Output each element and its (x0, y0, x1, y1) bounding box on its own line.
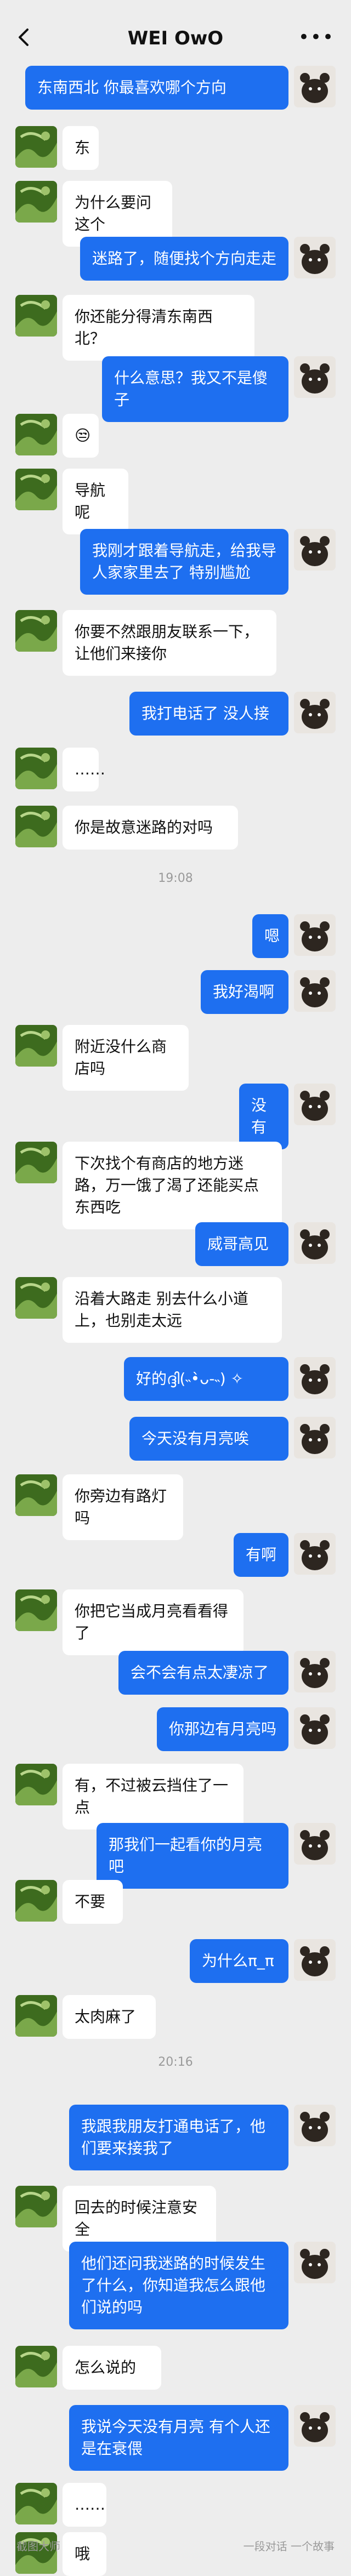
user-avatar[interactable] (294, 1533, 336, 1575)
contact-avatar[interactable] (15, 2346, 57, 2387)
user-avatar[interactable] (294, 2105, 336, 2146)
user-avatar[interactable] (294, 970, 336, 1012)
user-avatar[interactable] (294, 2242, 336, 2283)
message-bubble[interactable]: 会不会有点太凄凉了 (118, 1651, 288, 1695)
contact-avatar[interactable] (15, 469, 57, 510)
contact-avatar[interactable] (15, 1589, 57, 1631)
message-bubble[interactable]: 不要 (63, 1880, 123, 1924)
contact-avatar[interactable] (15, 1764, 57, 1805)
message-bubble[interactable]: 东 (63, 126, 99, 170)
message-bubble[interactable]: 什么意思？我又不是傻子 (102, 356, 288, 422)
contact-avatar[interactable] (15, 610, 57, 652)
message-bubble[interactable]: 你把它当成月亮看看得了 (63, 1589, 244, 1655)
contact-avatar[interactable] (15, 2186, 57, 2227)
contact-avatar[interactable] (15, 1025, 57, 1067)
user-avatar[interactable] (294, 237, 336, 278)
user-avatar[interactable] (294, 914, 336, 956)
message-bubble[interactable]: 你是故意迷路的对吗 (63, 806, 238, 850)
message-bubble[interactable]: 你要不然跟朋友联系一下，让他们来接你 (63, 610, 276, 676)
user-avatar[interactable] (294, 2405, 336, 2447)
message-bubble[interactable]: 😒 (63, 414, 99, 458)
contact-avatar[interactable] (15, 126, 57, 168)
message-bubble[interactable]: 太肉麻了 (63, 1995, 156, 2039)
message-bubble[interactable]: …… (63, 748, 105, 791)
contact-avatar[interactable] (15, 1277, 57, 1319)
contact-avatar[interactable] (15, 806, 57, 847)
user-avatar[interactable] (294, 1357, 336, 1399)
message-bubble[interactable]: 有，不过被云挡住了一点 (63, 1764, 244, 1830)
chat-header: WEI OwO ••• (0, 0, 351, 72)
message-bubble[interactable]: 沿着大路走 别去什么小道上，也别走太远 (63, 1277, 282, 1343)
user-avatar[interactable] (294, 1707, 336, 1749)
message-bubble[interactable]: 没有 (239, 1084, 288, 1149)
contact-avatar[interactable] (15, 1880, 57, 1922)
message-bubble[interactable]: 东南西北 你最喜欢哪个方向 (25, 66, 288, 110)
message-bubble[interactable]: 附近没什么商店吗 (63, 1025, 189, 1091)
watermark-left: 截图大师 (16, 2540, 60, 2553)
message-bubble[interactable]: 导航呢 (63, 469, 128, 534)
message-bubble[interactable]: 你还能分得清东南西北？ (63, 295, 254, 361)
message-bubble[interactable]: 我说今天没有月亮 有个人还是在衰偎 (69, 2405, 288, 2471)
user-avatar[interactable] (294, 66, 336, 107)
contact-avatar[interactable] (15, 1142, 57, 1183)
message-bubble[interactable]: 威哥高见 (195, 1222, 288, 1266)
message-bubble[interactable]: 哦 (63, 2532, 106, 2576)
message-bubble[interactable]: 有啊 (234, 1533, 288, 1577)
timestamp: 19:08 (158, 871, 193, 885)
contact-avatar[interactable] (15, 2483, 57, 2524)
contact-avatar[interactable] (15, 1995, 57, 2037)
message-bubble[interactable]: 我刚才跟着导航走，给我导人家家里去了 特别尴尬 (80, 529, 288, 595)
user-avatar[interactable] (294, 356, 336, 398)
message-bubble[interactable]: 今天没有月亮唉 (129, 1417, 288, 1461)
message-bubble[interactable]: …… (63, 2483, 106, 2527)
contact-avatar[interactable] (15, 1474, 57, 1516)
user-avatar[interactable] (294, 1222, 336, 1264)
contact-avatar[interactable] (15, 295, 57, 337)
user-avatar[interactable] (294, 1939, 336, 1981)
more-options-icon[interactable]: ••• (298, 26, 335, 48)
message-bubble[interactable]: 下次找个有商店的地方迷路，万一饿了渴了还能买点东西吃 (63, 1142, 282, 1229)
user-avatar[interactable] (294, 1084, 336, 1125)
message-bubble[interactable]: 我好渴啊 (201, 970, 288, 1014)
message-bubble[interactable]: 迷路了，随便找个方向走走 (80, 237, 288, 281)
user-avatar[interactable] (294, 1823, 336, 1865)
message-bubble[interactable]: 怎么说的 (63, 2346, 161, 2390)
message-bubble[interactable]: 我跟我朋友打通电话了，他们要来接我了 (69, 2105, 288, 2170)
user-avatar[interactable] (294, 529, 336, 571)
message-bubble[interactable]: 那我们一起看你的月亮吧 (97, 1823, 288, 1889)
timestamp: 20:16 (158, 2055, 193, 2069)
contact-avatar[interactable] (15, 748, 57, 789)
message-bubble[interactable]: 为什么π_π (190, 1939, 288, 1983)
message-bubble[interactable]: 你旁边有路灯吗 (63, 1474, 183, 1540)
user-avatar[interactable] (294, 692, 336, 733)
message-bubble[interactable]: 你那边有月亮吗 (157, 1707, 288, 1751)
message-bubble[interactable]: 好的ദ്ദി(˵•̀ᴗ-˵) ✧ (124, 1357, 288, 1401)
contact-avatar[interactable] (15, 181, 57, 223)
message-bubble[interactable]: 他们还问我迷路的时候发生了什么，你知道我怎么跟他们说的吗 (69, 2242, 288, 2329)
user-avatar[interactable] (294, 1651, 336, 1692)
message-bubble[interactable]: 嗯 (252, 914, 288, 958)
watermark-right: 一段对话 一个故事 (243, 2540, 335, 2553)
message-bubble[interactable]: 我打电话了 没人接 (129, 692, 288, 736)
user-avatar[interactable] (294, 1417, 336, 1458)
contact-avatar[interactable] (15, 414, 57, 455)
